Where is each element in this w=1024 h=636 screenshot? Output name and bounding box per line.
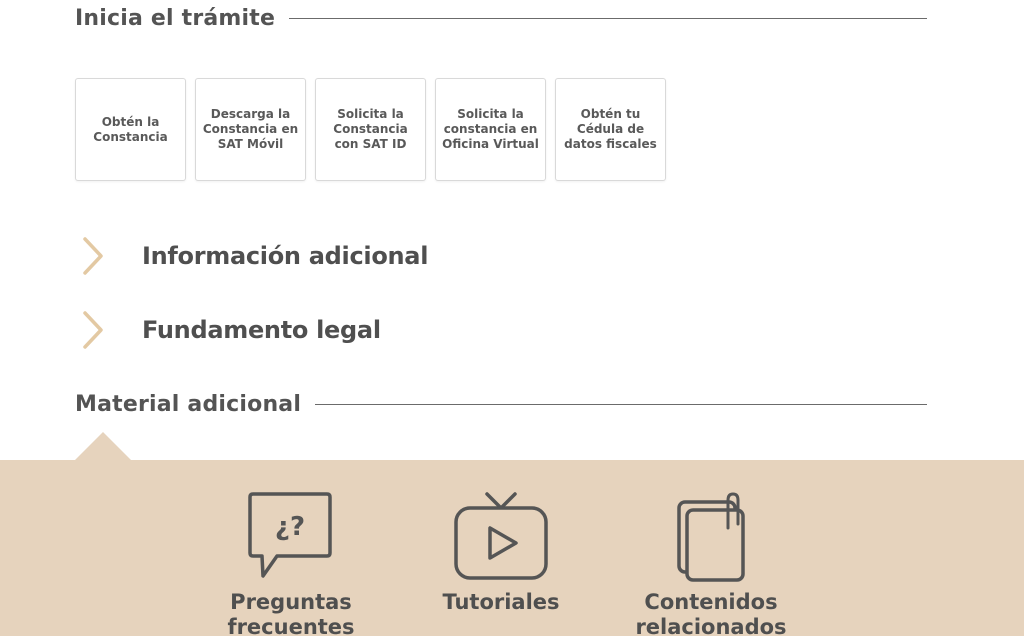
resource-label: Preguntas frecuentes [227,590,355,636]
accordion-label: Fundamento legal [142,316,381,344]
resource-label: Tutoriales [442,590,560,614]
accordion-informacion-adicional[interactable]: Información adicional [80,236,428,276]
divider [289,18,927,19]
action-cards: Obtén la Constancia Descarga la Constanc… [75,78,666,181]
card-descarga-sat-movil[interactable]: Descarga la Constancia en SAT Móvil [195,78,306,181]
divider [315,404,927,405]
chevron-right-icon [83,311,103,349]
section-header-inicia: Inicia el trámite [75,6,927,31]
chevron-right-icon [83,237,103,275]
documents-clip-icon [677,492,745,582]
accordion-fundamento-legal[interactable]: Fundamento legal [80,310,381,350]
card-solicita-oficina-virtual[interactable]: Solicita la constancia en Oficina Virtua… [435,78,546,181]
card-solicita-sat-id[interactable]: Solicita la Constancia con SAT ID [315,78,426,181]
tv-play-icon [454,492,548,580]
resource-preguntas-frecuentes[interactable]: ¿? Preguntas frecuentes [196,490,386,636]
svg-text:¿?: ¿? [275,512,305,542]
section-header-material: Material adicional [75,392,927,417]
faq-speech-bubble-icon: ¿? [248,492,332,578]
resource-label: Contenidos relacionados [635,590,787,636]
card-cedula-datos-fiscales[interactable]: Obtén tu Cédula de datos fiscales [555,78,666,181]
tab-pointer [75,432,131,460]
accordion-label: Información adicional [142,242,429,270]
card-obten-constancia[interactable]: Obtén la Constancia [75,78,186,181]
resource-contenidos-relacionados[interactable]: Contenidos relacionados [616,490,806,636]
resource-tutoriales[interactable]: Tutoriales [406,490,596,615]
section-title: Inicia el trámite [75,6,276,31]
section-title: Material adicional [75,392,302,417]
